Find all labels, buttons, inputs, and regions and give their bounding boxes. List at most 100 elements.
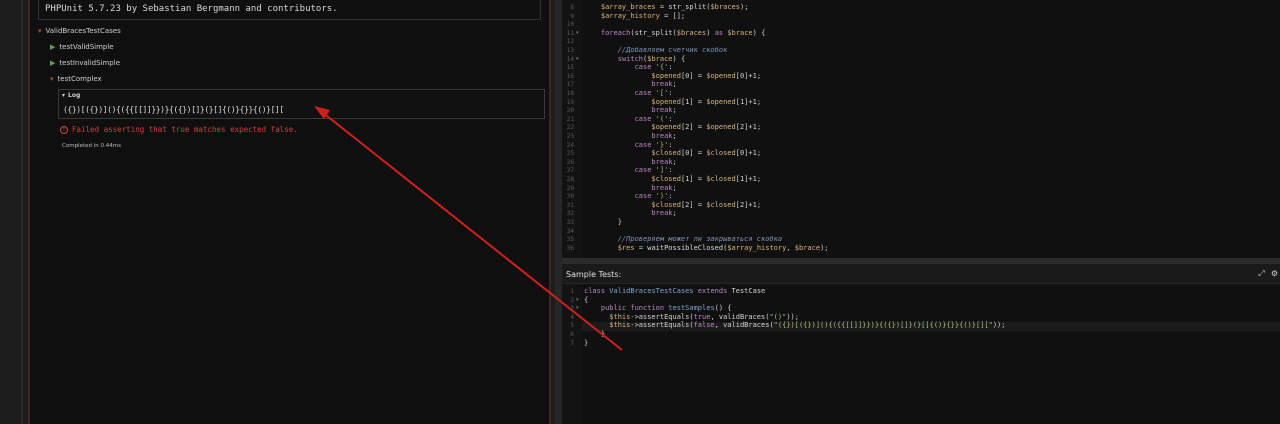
log-collapse-icon: ▾ xyxy=(62,92,66,99)
code-token: case xyxy=(584,192,656,201)
code-token: $closed xyxy=(706,175,736,183)
fold-toggle-icon[interactable]: ▾ xyxy=(576,29,579,38)
code-token: ] = xyxy=(689,175,707,183)
code-token: ']' xyxy=(655,166,669,175)
code-token: ')' xyxy=(655,192,669,201)
line-number: 36 xyxy=(566,244,574,252)
code-token: ; xyxy=(672,157,677,166)
code-token: ] = xyxy=(689,97,707,106)
failure-message-row: ! Failed asserting that true matches exp… xyxy=(60,125,298,134)
code-token: ]+ xyxy=(744,123,753,132)
collapsed-triangle-icon: ▶ xyxy=(50,43,56,51)
code-token: $braces xyxy=(676,28,707,37)
code-token: //Проверяем может ли закрываться скобка xyxy=(584,235,783,244)
code-token: $this xyxy=(584,312,631,321)
collapsed-triangle-icon: ▶ xyxy=(50,59,56,67)
code-token: case xyxy=(584,140,656,149)
code-token: $opened xyxy=(584,71,681,80)
code-token: ; xyxy=(756,123,762,132)
test-label: testComplex xyxy=(57,75,102,83)
log-box: ▾ Log ({})[({})](){({{[[]]}})}{({})[]}(}… xyxy=(58,89,545,119)
code-token: "()" xyxy=(769,312,787,321)
solution-editor[interactable]: 8 $array_braces = str_split($braces); 9 $… xyxy=(562,0,1280,258)
code-token: '[' xyxy=(655,89,669,97)
code-token: waitPossibleClosed xyxy=(647,243,724,252)
code-token: $this xyxy=(584,321,631,330)
code-token: false xyxy=(693,321,715,330)
code-token: ; xyxy=(672,183,677,192)
code-token: ] = xyxy=(689,200,707,209)
code-token: $brace xyxy=(723,28,753,37)
code-token: $closed xyxy=(584,149,681,158)
code-token: , xyxy=(786,243,795,252)
code-token: : xyxy=(668,166,673,175)
code-token: break xyxy=(584,157,673,166)
code-token: ) { xyxy=(672,54,686,63)
settings-icon[interactable]: ⚙ xyxy=(1270,269,1279,278)
code-token: break xyxy=(584,80,673,89)
code-token: : xyxy=(668,140,673,149)
test-row-invalid-simple[interactable]: ▶ testInvalidSimple xyxy=(50,59,120,67)
code-token: ->assertEquals( xyxy=(630,312,694,321)
code-token: ; xyxy=(672,132,677,140)
log-header[interactable]: ▾ Log xyxy=(62,92,80,99)
fold-toggle-icon[interactable]: ▾ xyxy=(576,55,579,64)
vertical-splitter[interactable] xyxy=(555,0,562,424)
failure-message: Failed asserting that true matches expec… xyxy=(72,125,298,134)
error-icon: ! xyxy=(60,125,68,134)
code-token: $res xyxy=(584,243,635,252)
test-row-complex[interactable]: ▾ testComplex xyxy=(50,75,102,83)
code-token: break xyxy=(584,132,673,140)
sample-tests-title: Sample Tests: xyxy=(566,270,622,279)
code-token: : xyxy=(668,63,673,72)
code-token: ) { xyxy=(752,28,766,37)
code-token: ; xyxy=(756,97,762,106)
code-line[interactable]: } xyxy=(584,339,588,348)
code-token: ; xyxy=(672,106,677,115)
code-token: '{' xyxy=(655,63,669,72)
code-token: , validBraces( xyxy=(714,321,774,330)
code-token: '}' xyxy=(655,140,669,149)
fold-toggle-icon[interactable]: ▾ xyxy=(576,304,579,313)
code-token: () { xyxy=(714,304,732,313)
code-token: $closed xyxy=(584,200,681,209)
code-token: testSamples xyxy=(668,304,715,313)
code-token: : xyxy=(668,114,673,123)
code-token: = xyxy=(655,3,669,11)
test-label: testValidSimple xyxy=(59,43,114,51)
code-token: { xyxy=(584,295,589,304)
sample-tests-editor[interactable]: 1 class ValidBracesTestCases extends Test… xyxy=(562,284,1280,424)
code-token: } xyxy=(584,330,606,338)
code-token: TestCase xyxy=(731,287,766,295)
test-row-valid-simple[interactable]: ▶ testValidSimple xyxy=(50,43,114,51)
code-line[interactable]: } xyxy=(584,218,622,227)
expanded-triangle-icon: ▾ xyxy=(50,75,54,83)
code-token: $opened xyxy=(584,97,681,106)
code-line[interactable]: $this->assertEquals(false, validBraces("… xyxy=(584,321,1005,330)
code-token: ]+ xyxy=(744,97,753,106)
code-token: "({})[({})](){({{[[]]}})}{({})[]}(}[]{()… xyxy=(773,321,993,330)
code-token: ]+ xyxy=(744,200,753,209)
code-line[interactable]: foreach(str_split($braces) as $brace) { xyxy=(584,29,765,38)
log-title: Log xyxy=(68,92,81,99)
code-line[interactable]: $array_history = []; xyxy=(584,12,685,21)
suite-row[interactable]: ▾ ValidBracesTestCases xyxy=(38,27,121,35)
code-token: : xyxy=(668,192,673,201)
code-token: ) xyxy=(706,28,715,37)
expanded-triangle-icon: ▾ xyxy=(38,27,42,35)
code-token: true xyxy=(693,312,711,321)
code-token: class xyxy=(584,287,610,295)
expand-icon[interactable]: ⤢ xyxy=(1257,269,1266,278)
code-line[interactable]: $res = waitPossibleClosed($array_history… xyxy=(584,244,829,253)
code-token: ; xyxy=(672,209,677,218)
code-token: ]+ xyxy=(744,149,753,158)
code-token: $opened xyxy=(706,97,736,106)
code-token: ; xyxy=(756,149,762,158)
code-token: } xyxy=(584,218,622,226)
code-token: ); xyxy=(739,3,749,11)
code-token: extends xyxy=(693,287,732,295)
code-token: ]+ xyxy=(744,71,753,80)
code-line[interactable]: class ValidBracesTestCases extends TestC… xyxy=(584,287,765,296)
code-token: $braces xyxy=(710,3,740,11)
code-token: ; xyxy=(756,71,762,80)
